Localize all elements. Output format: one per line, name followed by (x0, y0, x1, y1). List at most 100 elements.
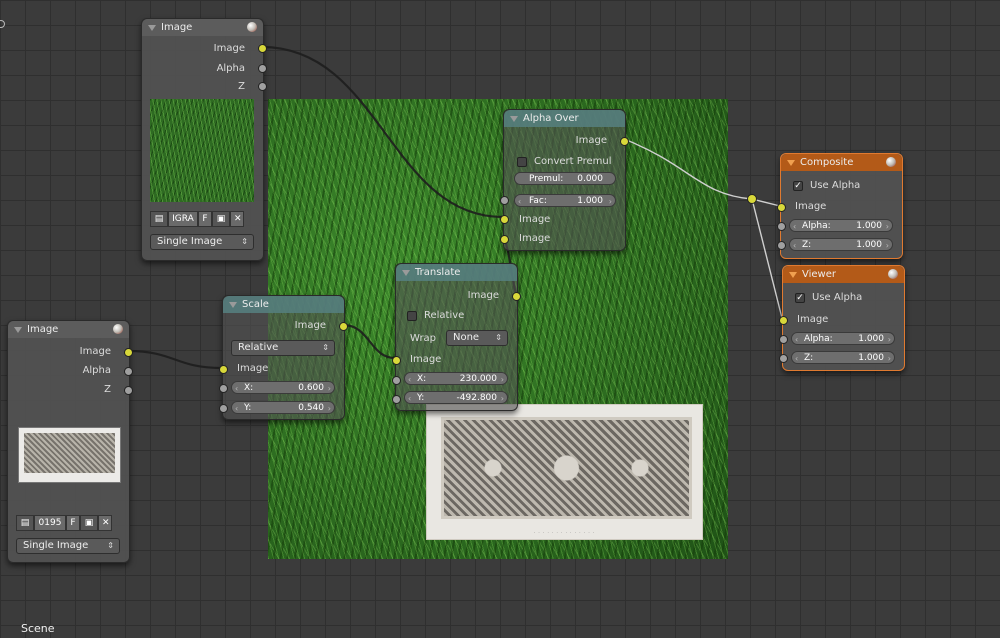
image-node-bottom-header[interactable]: Image (8, 321, 129, 338)
field-value: 1.000 (858, 334, 884, 344)
z-field[interactable]: ‹ Z: 1.000 › (791, 351, 895, 364)
output-socket-image[interactable] (258, 44, 267, 53)
output-socket-image[interactable] (620, 137, 629, 146)
field-value: 0.000 (577, 174, 603, 184)
input-socket-alpha[interactable] (777, 222, 786, 231)
output-socket-alpha[interactable] (258, 64, 267, 73)
input-socket-fac[interactable] (500, 196, 509, 205)
input-socket-y[interactable] (219, 404, 228, 413)
collapse-triangle-icon[interactable] (510, 115, 518, 122)
output-socket-image[interactable] (512, 292, 521, 301)
input-label-image-1: Image (519, 214, 551, 225)
input-socket-image-1[interactable] (500, 215, 509, 224)
use-alpha-checkbox[interactable]: ✓ (795, 293, 805, 303)
input-socket-image[interactable] (779, 316, 788, 325)
output-socket-image[interactable] (124, 348, 133, 357)
collapse-triangle-icon[interactable] (148, 24, 156, 31)
image-browse-icon[interactable]: ▤ (16, 515, 34, 531)
node-title: Alpha Over (523, 113, 579, 124)
space-dropdown[interactable]: Relative ⇕ (231, 340, 335, 356)
unlink-icon[interactable]: ✕ (98, 515, 112, 531)
updown-chevron-icon: ⇕ (495, 333, 502, 342)
input-socket-image[interactable] (219, 365, 228, 374)
updown-chevron-icon: ⇕ (322, 343, 329, 352)
output-socket-z[interactable] (124, 386, 133, 395)
field-label: Y: (417, 393, 425, 403)
unlink-icon[interactable]: ✕ (230, 211, 244, 227)
output-label-image: Image (467, 290, 499, 301)
collapse-triangle-icon[interactable] (229, 301, 237, 308)
output-label-image: Image (575, 135, 607, 146)
input-socket-alpha[interactable] (779, 335, 788, 344)
scale-node-header[interactable]: Scale (223, 296, 344, 313)
open-file-icon[interactable]: ▣ (212, 211, 230, 227)
alpha-over-node[interactable]: Alpha Over Image Convert Premul Premul: … (500, 109, 629, 251)
fake-user-button[interactable]: F (66, 515, 80, 531)
translate-y-field[interactable]: ‹ Y: -492.800 › (404, 391, 508, 404)
input-socket-image[interactable] (392, 356, 401, 365)
input-socket-image[interactable] (777, 203, 786, 212)
image-node-top-header[interactable]: Image (142, 19, 263, 36)
scale-node[interactable]: Scale Image Relative ⇕ Image ‹ X: 0.600 … (219, 295, 348, 420)
wrap-dropdown[interactable]: None ⇕ (446, 330, 508, 346)
preview-toggle-icon[interactable] (888, 269, 898, 279)
space-dropdown-value: Relative (238, 342, 279, 353)
preview-toggle-icon[interactable] (247, 22, 257, 32)
translate-node-header[interactable]: Translate (396, 264, 517, 281)
composite-node[interactable]: Composite ✓ Use Alpha Image ‹ Alpha: 1.0… (777, 153, 903, 259)
node-title: Scale (242, 299, 269, 310)
field-value: 0.600 (298, 383, 324, 393)
convert-premul-label: Convert Premul (534, 156, 612, 167)
collapse-triangle-icon[interactable] (787, 159, 795, 166)
input-socket-y[interactable] (392, 395, 401, 404)
scale-x-field[interactable]: ‹ X: 0.600 › (231, 381, 335, 394)
image-name-field[interactable]: IGRA (168, 211, 198, 227)
preview-toggle-icon[interactable] (113, 324, 123, 334)
premul-field[interactable]: Premul: 0.000 (514, 172, 616, 185)
output-socket-image[interactable] (339, 322, 348, 331)
alpha-field[interactable]: ‹ Alpha: 1.000 › (791, 332, 895, 345)
input-socket-image-2[interactable] (500, 235, 509, 244)
input-socket-x[interactable] (219, 384, 228, 393)
fake-user-button[interactable]: F (198, 211, 212, 227)
image-node-top[interactable]: Image Image Alpha Z ▤ IGRA F ▣ ✕ Single … (141, 18, 267, 261)
convert-premul-checkbox[interactable] (517, 157, 527, 167)
viewer-node-header[interactable]: Viewer (783, 266, 904, 283)
z-field[interactable]: ‹ Z: 1.000 › (789, 238, 893, 251)
collapse-triangle-icon[interactable] (402, 269, 410, 276)
collapse-triangle-icon[interactable] (789, 271, 797, 278)
relative-checkbox[interactable] (407, 311, 417, 321)
image-node-bottom[interactable]: Image Image Alpha Z ▤ 0195 F ▣ ✕ Single … (7, 320, 133, 563)
output-socket-z[interactable] (258, 82, 267, 91)
use-alpha-checkbox[interactable]: ✓ (793, 181, 803, 191)
input-socket-z[interactable] (779, 354, 788, 363)
image-file-bar: ▤ 0195 F ▣ ✕ (16, 515, 112, 531)
updown-chevron-icon: ⇕ (107, 541, 114, 550)
translate-x-field[interactable]: ‹ X: 230.000 › (404, 372, 508, 385)
input-label-image: Image (795, 201, 827, 212)
field-value: -492.800 (456, 393, 497, 403)
source-dropdown[interactable]: Single Image ⇕ (16, 538, 120, 554)
source-dropdown-value: Single Image (157, 236, 223, 247)
open-file-icon[interactable]: ▣ (80, 515, 98, 531)
field-value: 230.000 (459, 374, 497, 384)
input-socket-x[interactable] (392, 376, 401, 385)
alpha-over-node-header[interactable]: Alpha Over (504, 110, 625, 127)
image-name-field[interactable]: 0195 (34, 515, 66, 531)
output-socket-alpha[interactable] (124, 367, 133, 376)
preview-toggle-icon[interactable] (886, 157, 896, 167)
translate-node[interactable]: Translate Image Relative Wrap None ⇕ Ima… (392, 263, 521, 411)
output-label-image: Image (79, 346, 111, 357)
viewer-node[interactable]: Viewer ✓ Use Alpha Image ‹ Alpha: 1.000 … (779, 265, 905, 371)
source-dropdown[interactable]: Single Image ⇕ (150, 234, 254, 250)
use-alpha-label: Use Alpha (812, 292, 863, 303)
input-socket-z[interactable] (777, 241, 786, 250)
fac-field[interactable]: ‹ Fac: 1.000 › (514, 194, 616, 207)
field-label: Z: (804, 353, 814, 363)
image-browse-icon[interactable]: ▤ (150, 211, 168, 227)
collapse-triangle-icon[interactable] (14, 326, 22, 333)
scale-y-field[interactable]: ‹ Y: 0.540 › (231, 401, 335, 414)
wrap-label: Wrap (410, 333, 437, 344)
composite-node-header[interactable]: Composite (781, 154, 902, 171)
alpha-field[interactable]: ‹ Alpha: 1.000 › (789, 219, 893, 232)
